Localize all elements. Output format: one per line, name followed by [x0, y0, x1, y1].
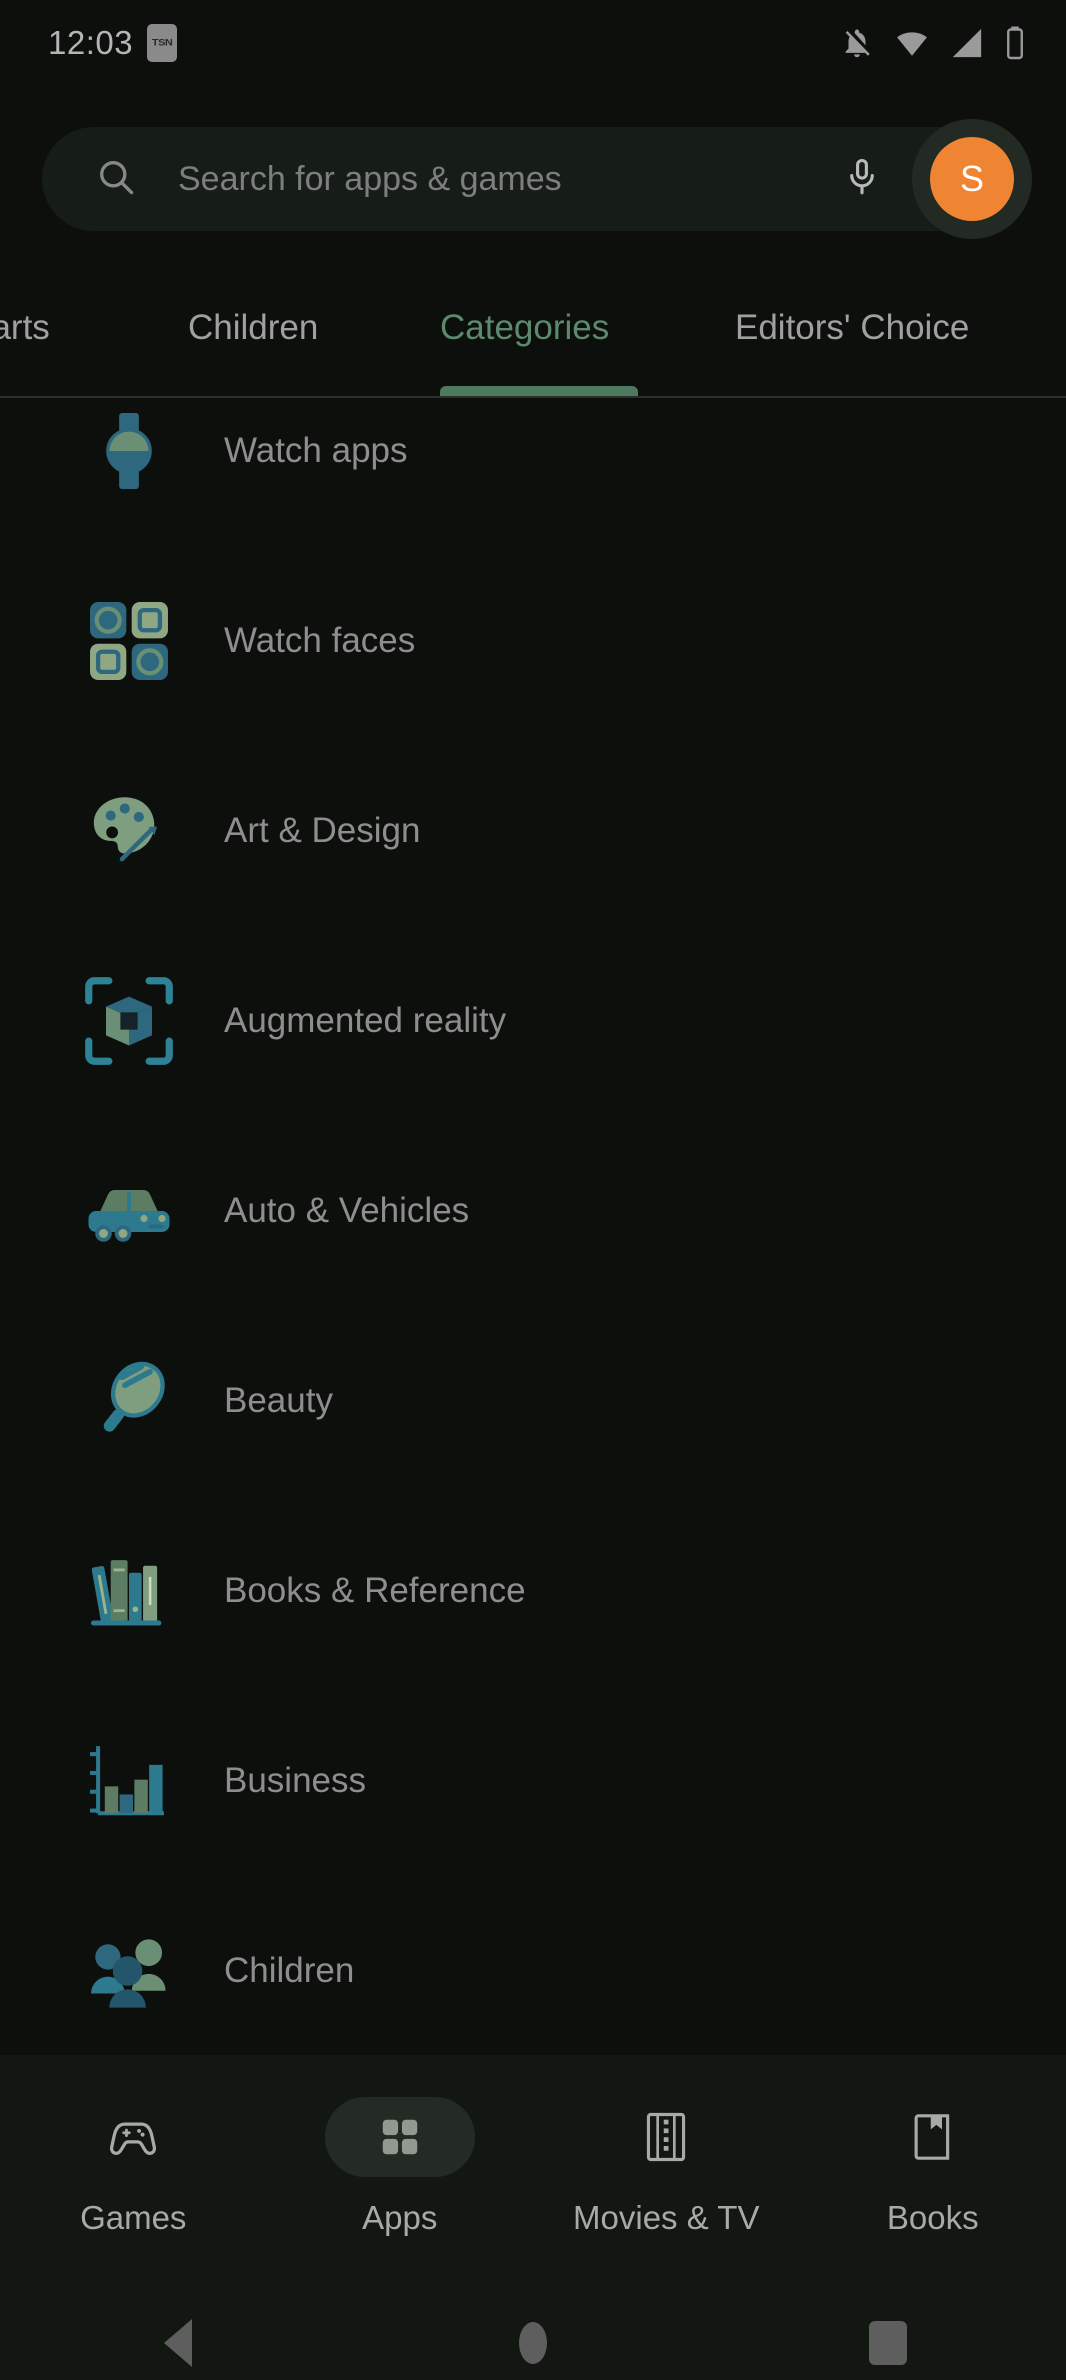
bottom-nav-label: Apps — [362, 2199, 438, 2236]
watch-faces-grid-icon — [72, 598, 186, 684]
category-label: Business — [224, 1761, 367, 1800]
category-list[interactable]: Watch apps Watch faces Art & Design Augm… — [0, 400, 1066, 2055]
bottom-nav-label: Games — [80, 2199, 187, 2236]
search-bar[interactable]: Search for apps & games S — [42, 119, 1032, 239]
battery-icon — [1007, 26, 1023, 60]
search-icon — [94, 155, 138, 204]
bottom-nav-item-games[interactable]: Games — [0, 2055, 267, 2237]
wifi-icon — [897, 32, 927, 56]
augmented-reality-icon — [72, 975, 186, 1067]
bottom-nav-item-books[interactable]: Books — [800, 2055, 1066, 2237]
tab-editors-choice[interactable]: Editors' Choice — [735, 308, 969, 348]
microphone-icon[interactable] — [840, 155, 884, 204]
bottom-nav-label: Movies & TV — [573, 2199, 760, 2236]
status-bar-app-badge-label: TSN — [151, 37, 173, 49]
bottom-nav-label: Books — [886, 2199, 979, 2236]
apps-grid-icon — [324, 2097, 475, 2177]
film-strip-icon — [591, 2097, 741, 2177]
back-button[interactable] — [118, 2318, 238, 2367]
category-label: Watch apps — [224, 431, 408, 470]
category-item-beauty[interactable]: Beauty — [0, 1306, 1066, 1496]
category-item-watch-apps[interactable]: Watch apps — [0, 400, 1066, 546]
cellular-signal-icon — [952, 28, 982, 58]
category-item-books-reference[interactable]: Books & Reference — [0, 1496, 1066, 1686]
recents-square-icon — [869, 2320, 908, 2365]
tab-top-charts[interactable]: harts — [0, 308, 50, 348]
home-circle-icon — [518, 2321, 547, 2364]
car-icon — [72, 1163, 186, 1259]
category-item-business[interactable]: Business — [0, 1686, 1066, 1876]
avatar[interactable]: S — [930, 137, 1014, 221]
category-label: Books & Reference — [224, 1571, 526, 1610]
recents-button[interactable] — [828, 2320, 948, 2365]
tab-divider — [0, 396, 1066, 398]
status-bar: 12:03 TSN — [0, 0, 1066, 86]
home-button[interactable] — [473, 2321, 593, 2364]
category-label: Beauty — [224, 1381, 333, 1420]
bottom-navigation-bar[interactable]: Games Apps Movies & TV Books — [0, 2055, 1066, 2305]
profile-avatar-button[interactable]: S — [912, 119, 1032, 239]
gamepad-icon — [58, 2097, 208, 2177]
category-item-children[interactable]: Children — [0, 1876, 1066, 2055]
people-group-icon — [72, 1926, 186, 2016]
category-label: Children — [224, 1951, 355, 1990]
book-bookmark-icon — [858, 2097, 1008, 2177]
tab-categories[interactable]: Categories — [440, 308, 609, 348]
watch-icon — [72, 406, 186, 496]
hand-mirror-icon — [72, 1355, 186, 1447]
category-label: Art & Design — [224, 811, 421, 850]
status-bar-right — [840, 25, 1026, 61]
notifications-off-icon — [845, 29, 870, 58]
category-item-auto-vehicles[interactable]: Auto & Vehicles — [0, 1116, 1066, 1306]
search-input[interactable]: Search for apps & games — [178, 160, 840, 199]
bar-chart-icon — [72, 1738, 186, 1824]
category-label: Auto & Vehicles — [224, 1191, 470, 1230]
category-label: Augmented reality — [224, 1001, 507, 1040]
books-icon — [72, 1546, 186, 1636]
bottom-nav-item-movies-tv[interactable]: Movies & TV — [533, 2055, 800, 2237]
category-item-augmented-reality[interactable]: Augmented reality — [0, 926, 1066, 1116]
category-item-art-design[interactable]: Art & Design — [0, 736, 1066, 926]
category-label: Watch faces — [224, 621, 416, 660]
status-bar-clock: 12:03 — [48, 24, 134, 61]
tab-children[interactable]: Children — [188, 308, 318, 348]
category-tab-bar[interactable]: harts Children Categories Editors' Choic… — [0, 280, 1066, 398]
back-triangle-icon — [163, 2318, 192, 2367]
bottom-nav-item-apps[interactable]: Apps — [267, 2055, 534, 2237]
category-item-watch-faces[interactable]: Watch faces — [0, 546, 1066, 736]
status-bar-app-badge-icon: TSN — [147, 24, 178, 62]
status-bar-left: 12:03 TSN — [48, 24, 178, 62]
tab-strip[interactable]: harts Children Categories Editors' Choic… — [0, 280, 1066, 398]
palette-icon — [72, 786, 186, 876]
android-navigation-bar[interactable] — [0, 2305, 1066, 2380]
